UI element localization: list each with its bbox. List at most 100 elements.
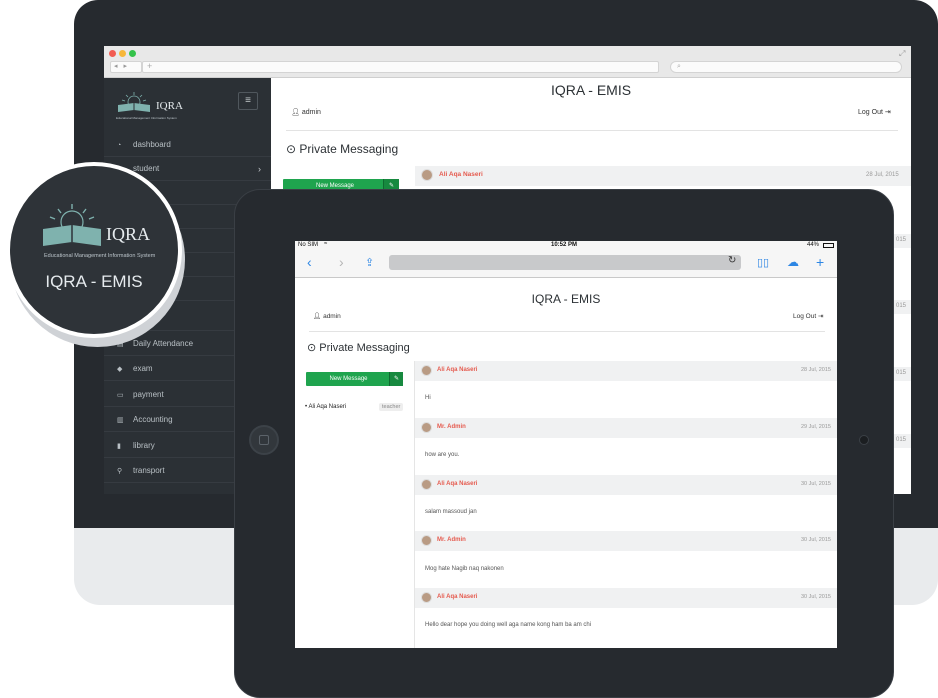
- message-sender: Mr. Admin: [437, 537, 466, 543]
- section-title-text: Private Messaging: [319, 342, 410, 354]
- logo-subtitle: Educational Management Information Syste…: [116, 116, 177, 120]
- logout-icon: ⇥: [884, 109, 891, 116]
- zoom-badge: IQRA Educational Management Information …: [6, 162, 182, 338]
- message-date: 30 Jul, 2015: [801, 481, 831, 487]
- dashboard-icon: ◔: [117, 142, 122, 149]
- logout-link[interactable]: Log Out ⇥: [858, 108, 891, 116]
- sidebar-item-label: Accounting: [133, 415, 173, 424]
- home-button[interactable]: [249, 425, 279, 455]
- sidebar-item-dashboard[interactable]: ◔ dashboard: [104, 133, 271, 157]
- avatar: [421, 365, 432, 376]
- library-icon: ▮: [117, 443, 121, 450]
- section-title: ⊙ Private Messaging: [307, 341, 410, 354]
- message-sender: Ali Aqa Naseri: [437, 367, 478, 373]
- message-sender: Mr. Admin: [437, 424, 466, 430]
- logo-text: IQRA: [156, 100, 183, 112]
- message-date: 015: [895, 237, 906, 243]
- message-date: 28 Jul, 2015: [866, 172, 899, 178]
- message-header: Ali Aqa Naseri 30 Jul, 2015: [415, 475, 837, 495]
- back-icon[interactable]: ‹: [307, 254, 312, 270]
- sidebar-logo: IQRA Educational Management Information …: [104, 78, 271, 133]
- status-time: 10:52 PM: [551, 242, 578, 248]
- divider: [286, 130, 898, 131]
- cloud-icon[interactable]: ☁: [787, 255, 799, 269]
- reload-icon[interactable]: ↻: [728, 255, 736, 266]
- message-date: 015: [895, 437, 906, 443]
- minimize-window-button[interactable]: [119, 50, 126, 57]
- sidebar-item-label: student: [133, 164, 160, 173]
- circle-arrow-icon: ⊙: [286, 142, 297, 156]
- exam-icon: ◆: [117, 366, 123, 373]
- logout-icon: ⇥: [817, 313, 824, 320]
- message-header: Mr. Admin 29 Jul, 2015: [415, 418, 837, 438]
- new-tab-icon[interactable]: +: [816, 254, 824, 270]
- message-header: Mr. Admin 30 Jul, 2015: [415, 531, 837, 551]
- section-title-text: Private Messaging: [299, 142, 399, 156]
- avatar: [421, 535, 432, 546]
- battery-percent: 44%: [807, 242, 820, 248]
- message-text: Mog hate Nagib naq nakonen: [425, 566, 504, 572]
- share-icon[interactable]: ⇪: [365, 256, 374, 269]
- sidebar-item-label: payment: [133, 390, 164, 399]
- bookmarks-icon[interactable]: ▯▯: [757, 256, 769, 269]
- logo-text: IQRA: [106, 224, 150, 244]
- message-sender: Ali Aqa Naseri: [437, 481, 478, 487]
- pencil-icon[interactable]: ✎: [389, 372, 403, 386]
- browser-toolbar: ◂ ▸ + ⌕ ⤢: [104, 46, 911, 78]
- address-bar[interactable]: +: [142, 61, 659, 73]
- avatar: [421, 479, 432, 490]
- divider: [309, 331, 825, 332]
- message-text: salam massoud jan: [425, 509, 477, 515]
- message-text: Hello dear hope you doing well aga name …: [425, 622, 592, 628]
- book-logo-icon: [118, 92, 150, 112]
- user-menu[interactable]: 👤︎ admin: [291, 108, 321, 116]
- forward-icon[interactable]: ›: [339, 254, 344, 270]
- book-logo-icon: [43, 204, 101, 246]
- page-title: IQRA - EMIS: [550, 82, 632, 98]
- logout-link[interactable]: Log Out ⇥: [793, 312, 823, 320]
- accounting-icon: ▥: [117, 417, 124, 424]
- message-date: 015: [895, 370, 906, 376]
- message-text: how are you.: [425, 452, 460, 458]
- role-badge: teacher: [379, 403, 404, 411]
- close-window-button[interactable]: [109, 50, 116, 57]
- avatar: [421, 169, 433, 181]
- message-header: Ali Aqa Naseri 28 Jul, 2015: [415, 166, 911, 186]
- fullscreen-icon[interactable]: ⤢: [899, 49, 905, 59]
- message-sender: Ali Aqa Naseri: [439, 171, 483, 178]
- message-date: 29 Jul, 2015: [801, 424, 831, 430]
- battery-icon: [823, 243, 834, 248]
- sidebar-item-label: library: [133, 441, 155, 450]
- avatar: [421, 592, 432, 603]
- camera-icon: [859, 435, 869, 445]
- message-text: Hi: [425, 395, 431, 401]
- message-header: Ali Aqa Naseri 30 Jul, 2015: [415, 588, 837, 608]
- sidebar-item-label: Daily Attendance: [133, 339, 194, 348]
- maximize-window-button[interactable]: [129, 50, 136, 57]
- safari-toolbar: ‹ › ⇪ ↻ ▯▯ ☁ +: [295, 251, 837, 278]
- message-date: 30 Jul, 2015: [801, 594, 831, 600]
- logout-label: Log Out: [858, 109, 883, 116]
- transport-icon: ⚲: [117, 468, 123, 475]
- message-date: 28 Jul, 2015: [801, 367, 831, 373]
- browser-search-field[interactable]: ⌕: [670, 61, 902, 73]
- message-header: Ali Aqa Naseri 28 Jul, 2015: [415, 361, 837, 381]
- sidebar-item-label: dashboard: [133, 140, 171, 149]
- section-title: ⊙ Private Messaging: [286, 142, 398, 156]
- url-bar[interactable]: ↻: [389, 255, 741, 270]
- logo-subtitle: Educational Management Information Syste…: [44, 253, 156, 259]
- home-square-icon: [259, 435, 269, 445]
- username: admin: [323, 313, 341, 320]
- chevron-right-icon: ›: [258, 164, 261, 174]
- zoom-title: IQRA - EMIS: [45, 272, 143, 291]
- sidebar-item-label: exam: [133, 364, 153, 373]
- menu-toggle-icon[interactable]: ≡: [238, 92, 258, 110]
- status-bar: No SIM ≈ 10:52 PM 44%: [295, 241, 837, 251]
- back-forward-buttons[interactable]: ◂ ▸: [110, 61, 142, 73]
- logout-label: Log Out: [793, 313, 817, 320]
- user-menu[interactable]: 👤︎ admin: [313, 312, 341, 320]
- tablet-screen: No SIM ≈ 10:52 PM 44% ‹ › ⇪ ↻ ▯▯ ☁ + IQR…: [295, 241, 837, 648]
- message-sender: Ali Aqa Naseri: [437, 594, 478, 600]
- payment-icon: ▭: [117, 392, 124, 399]
- avatar: [421, 422, 432, 433]
